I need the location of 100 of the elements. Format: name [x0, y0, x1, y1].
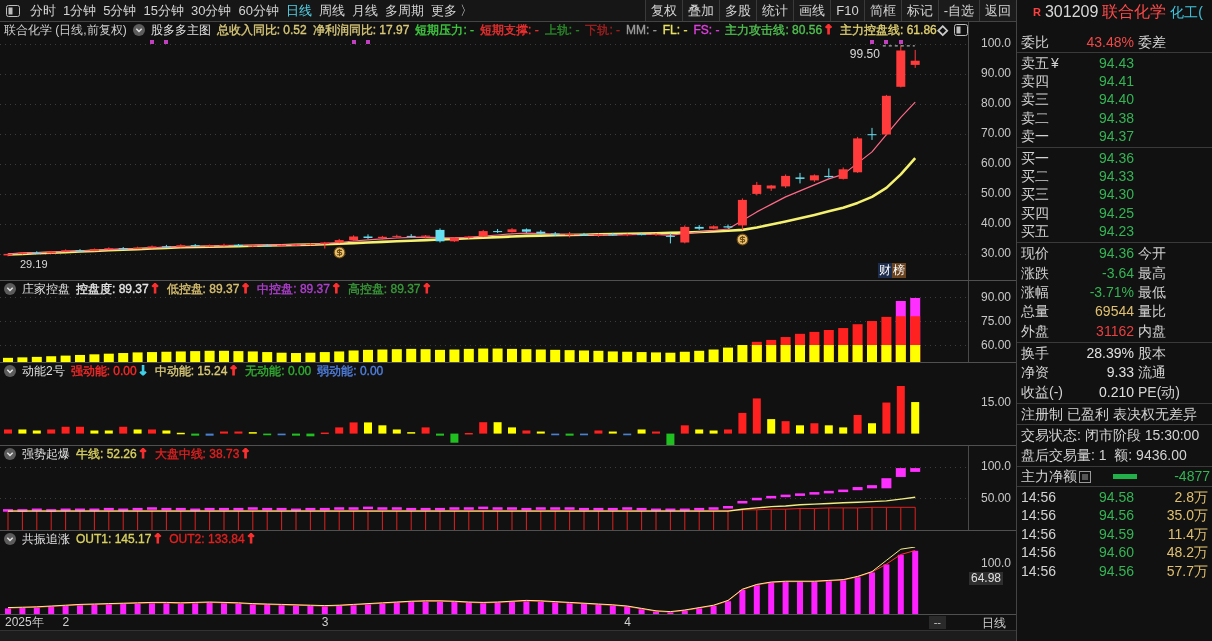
ask-level-label: 卖二: [1021, 108, 1050, 128]
indicator-value: 无动能: 0.00: [245, 363, 312, 380]
bid-price: 94.25: [1097, 203, 1134, 223]
trade-volume: 2.8万: [1173, 487, 1208, 507]
trade-volume: 57.7万: [1165, 561, 1208, 581]
high-price-label: 99.50: [849, 48, 880, 61]
indicator-value: 总收入同比: 0.52: [216, 22, 307, 39]
axis-label: 100.0: [981, 460, 1012, 474]
axis-label: 75.00: [981, 314, 1012, 328]
field-label: 量比: [1138, 302, 1166, 322]
field-label: 涨跌: [1021, 263, 1050, 283]
field-label: 委差: [1138, 33, 1166, 52]
indicator-value: 净利润同比: 17.97: [312, 22, 410, 39]
ask-price: 94.40: [1097, 90, 1134, 110]
stock-name: 联合化学: [1102, 2, 1167, 22]
field-label: 内盘: [1138, 321, 1166, 341]
field-label: 总量: [1021, 302, 1050, 322]
field-label: 换手: [1021, 344, 1050, 364]
indicator-value: 高控盘: 89.37: [347, 281, 421, 298]
bid-level-label: 买二: [1021, 167, 1050, 187]
bid-level-label: 买五: [1021, 222, 1050, 242]
indicator-value: 上轨: -: [544, 22, 580, 39]
field-label: 收益(-): [1021, 382, 1064, 402]
trend-mark: ↑: [330, 283, 342, 295]
current-value-label: 64.98: [969, 572, 1004, 585]
indicator-value: 主力攻击线: 80.56: [725, 22, 823, 39]
axis-label: 15.00: [981, 396, 1012, 409]
period-label: 日线: [982, 614, 1006, 632]
bid-level-label: 买四: [1021, 203, 1050, 223]
trend-mark: ↓: [137, 365, 149, 377]
axis-label: 50.00: [981, 491, 1012, 505]
ask-level-label: 卖三: [1021, 90, 1050, 110]
trend-mark: ↑: [245, 533, 257, 545]
trend-mark: ↑: [149, 283, 161, 295]
field-label: 股本: [1138, 344, 1166, 364]
field-label: 外盘: [1021, 321, 1050, 341]
trend-mark: ↑: [240, 283, 252, 295]
trade-time: 14:56: [1021, 543, 1058, 563]
indicator-value: 短期支撑: -: [480, 22, 539, 39]
bid-price: 94.30: [1097, 185, 1134, 205]
trend-mark: ↑: [240, 448, 252, 460]
field-label: 净资: [1021, 363, 1050, 383]
stock-tags: 注册制 已盈利 表决权无差异: [1021, 403, 1197, 425]
bid-level-label: 买一: [1021, 148, 1050, 168]
trade-price: 94.59: [1097, 524, 1134, 544]
trade-price: 94.56: [1097, 506, 1134, 526]
field-value: 94.36: [1097, 244, 1134, 264]
indicator-value: 中控盘: 89.37: [257, 281, 330, 298]
trend-mark: ↑: [228, 365, 240, 377]
field-value: 28.39%: [1085, 344, 1134, 364]
date-label: 2: [62, 615, 70, 630]
trade-volume: 11.4万: [1166, 524, 1208, 544]
field-value: 9.33: [1105, 363, 1134, 383]
indicator-value: 牛线: 52.26: [76, 446, 137, 463]
stock-code: 301209: [1044, 2, 1099, 22]
ask-level-label: 卖四: [1021, 72, 1050, 92]
indicator-value: OUT2: 133.84: [169, 531, 245, 548]
field-value: 0.210: [1097, 382, 1134, 402]
field-label: 今开: [1138, 244, 1166, 264]
trade-time: 14:56: [1021, 524, 1058, 544]
trade-volume: 48.2万: [1165, 543, 1208, 563]
indicator-value: 低控盘: 89.37: [166, 281, 240, 298]
field-value: 69544: [1094, 302, 1134, 322]
trade-volume: 35.0万: [1165, 506, 1208, 526]
bid-price: 94.33: [1097, 167, 1134, 187]
indicator-value: 弱动能: 0.00: [317, 363, 384, 380]
indicator-value: 大盘中线: 38.73: [154, 446, 240, 463]
indicator-value: OUT1: 145.17: [76, 531, 152, 548]
field-value: 43.48%: [1085, 33, 1134, 52]
status-text: 盘后交易量: 1 额: 9436.00: [1021, 445, 1187, 465]
trade-time: 14:56: [1021, 487, 1058, 507]
field-label: 委比: [1021, 33, 1050, 52]
axis-label: 90.00: [981, 290, 1012, 304]
indicator-value: FS: -: [693, 22, 720, 39]
ask-level-label: 卖一: [1021, 127, 1050, 147]
date-label: 2025年: [5, 615, 44, 630]
trade-price: 94.60: [1097, 543, 1134, 563]
axis-label: 60.00: [981, 338, 1012, 352]
field-label: 主力净额: [1021, 467, 1077, 487]
trade-price: 94.56: [1097, 561, 1134, 581]
indicator-value: 控盘度: 89.37: [76, 281, 149, 298]
field-value: -3.71%: [1088, 282, 1134, 302]
field-label: 最低: [1138, 282, 1166, 302]
trend-mark: ↑: [137, 448, 149, 460]
indicator-value: 强动能: 0.00: [70, 363, 137, 380]
net-flow-value: -4877: [1174, 467, 1211, 487]
market-flag-text: R: [1033, 4, 1041, 20]
indicator-value: 主力控盘线: 61.86: [840, 22, 937, 39]
trend-mark: ↑: [152, 533, 164, 545]
field-label: PE(动): [1138, 382, 1180, 402]
bid-price: 94.23: [1097, 222, 1134, 242]
field-value: 31162: [1095, 321, 1134, 341]
ask-price: 94.38: [1097, 108, 1134, 128]
field-label: 现价: [1021, 244, 1050, 264]
ask-price: 94.37: [1097, 127, 1134, 147]
indicator-value: 短期压力: -: [415, 22, 475, 39]
trade-price: 94.58: [1097, 487, 1134, 507]
indicator-value: 下轨: -: [585, 22, 621, 39]
ask-price: 94.41: [1097, 72, 1134, 92]
bid-level-label: 买三: [1021, 185, 1050, 205]
